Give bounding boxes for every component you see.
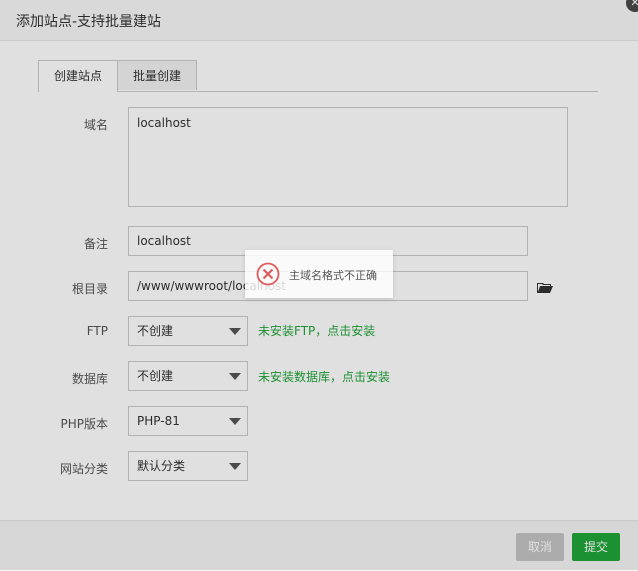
error-toast: 主域名格式不正确: [245, 250, 393, 298]
toast-message: 主域名格式不正确: [289, 269, 377, 282]
error-circle-icon: [256, 262, 280, 286]
